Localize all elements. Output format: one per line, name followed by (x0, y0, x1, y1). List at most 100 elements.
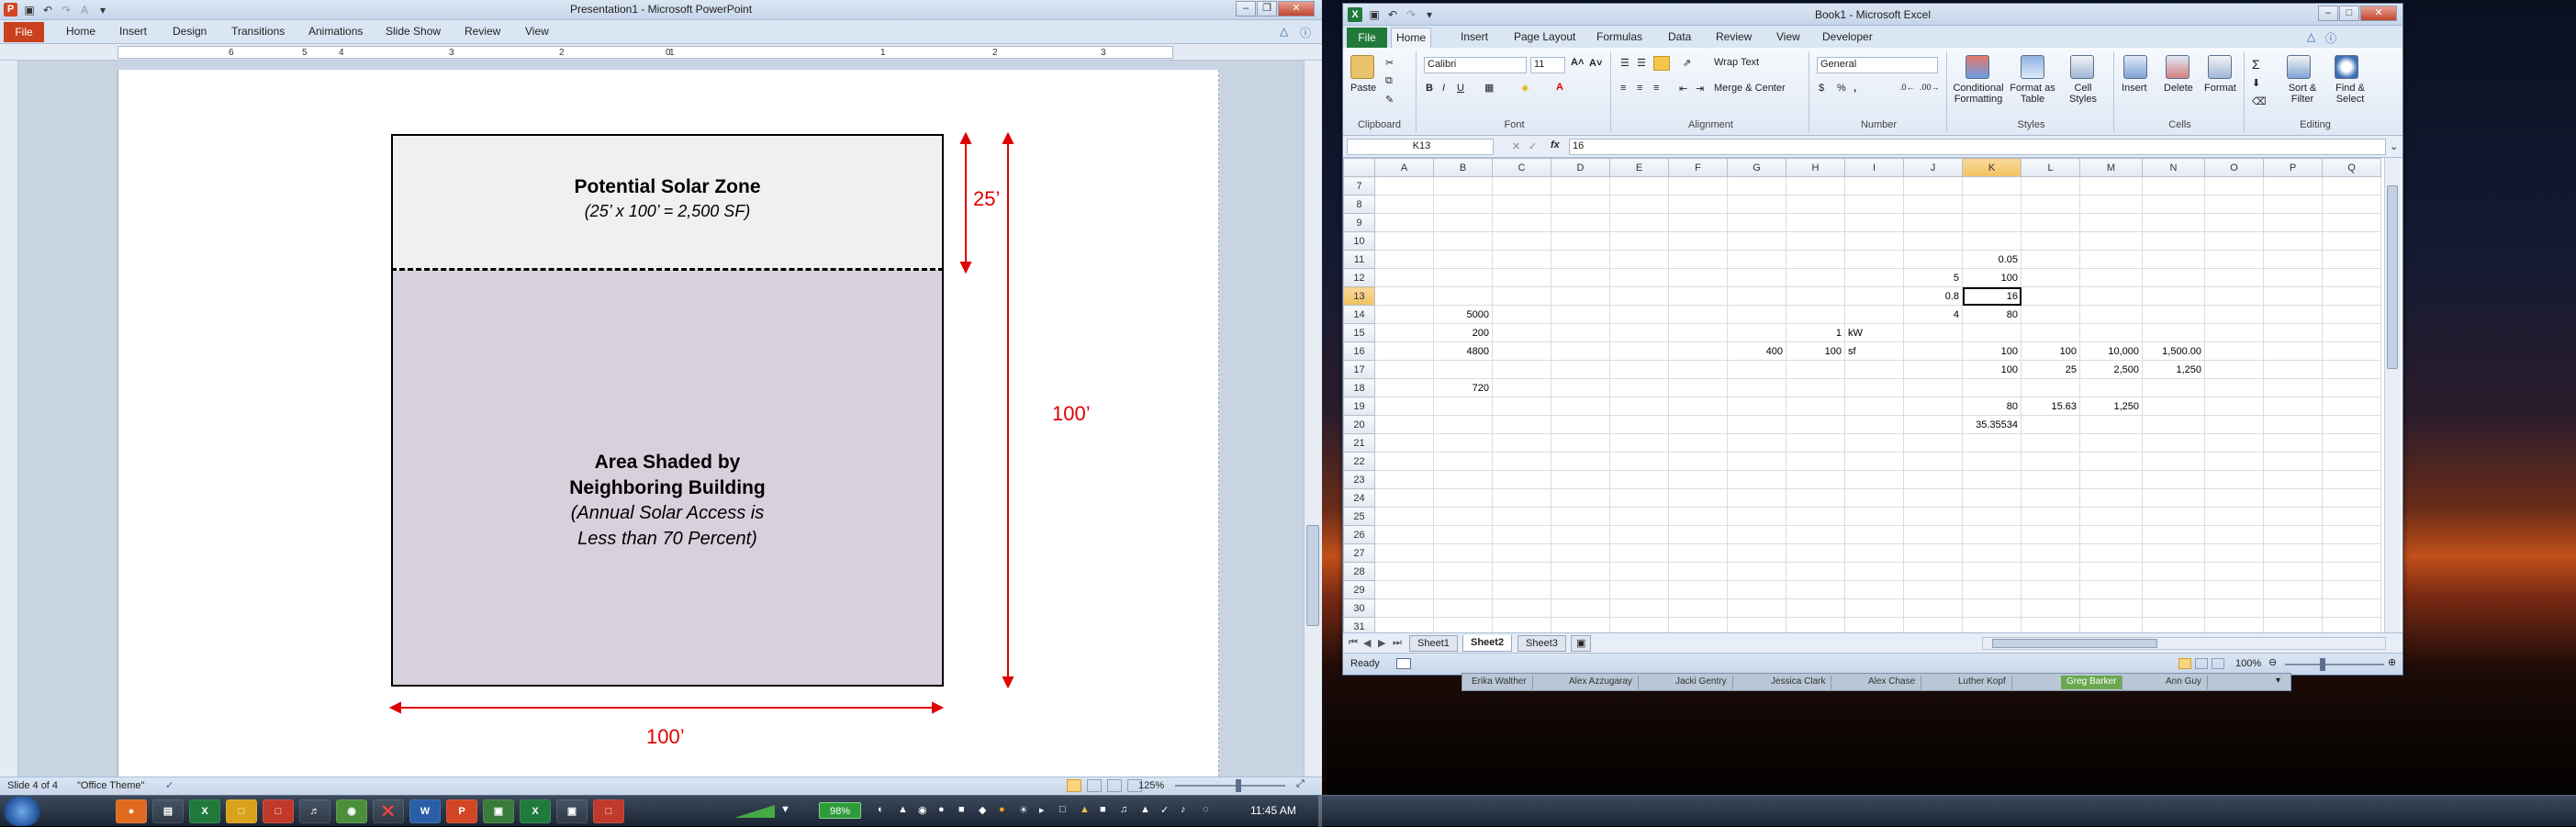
row-header[interactable]: 29 (1343, 580, 1375, 599)
row-header[interactable]: 15 (1343, 323, 1375, 342)
cell-q30[interactable] (2322, 598, 2381, 618)
align-middle-icon[interactable]: ☰ (1637, 57, 1646, 69)
cell-a22[interactable] (1374, 452, 1434, 471)
cell-q18[interactable] (2322, 378, 2381, 397)
cell-c16[interactable] (1492, 341, 1551, 361)
cell-l8[interactable] (2021, 195, 2080, 214)
increase-decimal-icon[interactable]: .0← (1899, 83, 1915, 92)
cell-p20[interactable] (2263, 415, 2323, 434)
cell-m18[interactable] (2079, 378, 2143, 397)
cell-a23[interactable] (1374, 470, 1434, 489)
cell-e26[interactable] (1609, 525, 1669, 544)
cancel-entry-icon[interactable]: ✕ (1512, 140, 1520, 152)
app-icon[interactable]: ❌ (373, 799, 404, 823)
cell-d14[interactable] (1551, 305, 1610, 324)
cell-q20[interactable] (2322, 415, 2381, 434)
cell-c8[interactable] (1492, 195, 1551, 214)
cell-b25[interactable] (1433, 507, 1493, 526)
cell-j20[interactable] (1903, 415, 1963, 434)
cell-i7[interactable] (1844, 176, 1904, 196)
cell-e15[interactable] (1609, 323, 1669, 342)
increase-indent-icon[interactable]: ⇥ (1696, 83, 1704, 95)
xl-tab-developer[interactable]: Developer (1822, 30, 1873, 43)
cell-k10[interactable] (1962, 231, 2022, 251)
column-header-o[interactable]: O (2204, 158, 2264, 177)
cell-e28[interactable] (1609, 562, 1669, 581)
theme-indicator[interactable]: "Office Theme" (77, 780, 144, 791)
cell-o10[interactable] (2204, 231, 2264, 251)
cell-q7[interactable] (2322, 176, 2381, 196)
cell-e21[interactable] (1609, 433, 1669, 453)
cell-f16[interactable] (1668, 341, 1728, 361)
cell-d24[interactable] (1551, 488, 1610, 508)
cell-m21[interactable] (2079, 433, 2143, 453)
row-header[interactable]: 27 (1343, 543, 1375, 563)
cell-p17[interactable] (2263, 360, 2323, 379)
cell-n24[interactable] (2142, 488, 2205, 508)
cell-q16[interactable] (2322, 341, 2381, 361)
cell-q24[interactable] (2322, 488, 2381, 508)
cell-f28[interactable] (1668, 562, 1728, 581)
firefox-icon[interactable]: ● (116, 799, 147, 823)
paste-label[interactable]: Paste (1350, 83, 1376, 94)
cell-m10[interactable] (2079, 231, 2143, 251)
cell-b16[interactable]: 4800 (1433, 341, 1493, 361)
xl-tab-insert[interactable]: Insert (1461, 30, 1488, 43)
cell-c19[interactable] (1492, 397, 1551, 416)
page-break-view-icon[interactable] (2212, 658, 2224, 669)
cell-a19[interactable] (1374, 397, 1434, 416)
cell-p22[interactable] (2263, 452, 2323, 471)
zoom-slider-thumb[interactable] (1236, 779, 1241, 792)
taskbar-powerpoint-icon[interactable]: P (446, 799, 477, 823)
cell-e8[interactable] (1609, 195, 1669, 214)
pdf-icon[interactable]: □ (263, 799, 294, 823)
zoom-level[interactable]: 125% (1138, 780, 1164, 791)
cell-q9[interactable] (2322, 213, 2381, 232)
cell-d13[interactable] (1551, 286, 1610, 306)
cell-n30[interactable] (2142, 598, 2205, 618)
xl-tab-formulas[interactable]: Formulas (1596, 30, 1642, 43)
paste-icon[interactable] (1350, 55, 1374, 79)
cell-m27[interactable] (2079, 543, 2143, 563)
cell-l26[interactable] (2021, 525, 2080, 544)
cell-g27[interactable] (1727, 543, 1786, 563)
cell-n26[interactable] (2142, 525, 2205, 544)
decrease-indent-icon[interactable]: ⇤ (1679, 83, 1687, 95)
xl-tab-file[interactable]: File (1347, 28, 1387, 48)
horizontal-scrollbar[interactable] (1982, 637, 2386, 650)
name-item[interactable]: Erika Walther (1466, 676, 1533, 689)
cell-n15[interactable] (2142, 323, 2205, 342)
cell-e12[interactable] (1609, 268, 1669, 287)
normal-view-icon[interactable] (1067, 779, 1081, 792)
cell-o9[interactable] (2204, 213, 2264, 232)
cell-o14[interactable] (2204, 305, 2264, 324)
cell-k15[interactable] (1962, 323, 2022, 342)
cell-i22[interactable] (1844, 452, 1904, 471)
cell-l25[interactable] (2021, 507, 2080, 526)
cell-d27[interactable] (1551, 543, 1610, 563)
row-header[interactable]: 21 (1343, 433, 1375, 453)
align-top-icon[interactable]: ☰ (1620, 57, 1630, 69)
cell-f19[interactable] (1668, 397, 1728, 416)
cell-k30[interactable] (1962, 598, 2022, 618)
cell-d12[interactable] (1551, 268, 1610, 287)
cell-j13[interactable]: 0.8 (1903, 286, 1963, 306)
cell-n14[interactable] (2142, 305, 2205, 324)
snagit-icon[interactable]: ▣ (556, 799, 588, 823)
zoom-slider[interactable] (1175, 785, 1285, 787)
cell-g10[interactable] (1727, 231, 1786, 251)
cell-c21[interactable] (1492, 433, 1551, 453)
cell-i23[interactable] (1844, 470, 1904, 489)
cell-i20[interactable] (1844, 415, 1904, 434)
cell-d20[interactable] (1551, 415, 1610, 434)
folder-icon[interactable]: □ (226, 799, 257, 823)
cell-k20[interactable]: 35.35534 (1962, 415, 2022, 434)
cell-styles-icon[interactable] (2070, 55, 2094, 79)
cell-k9[interactable] (1962, 213, 2022, 232)
cell-h20[interactable] (1786, 415, 1845, 434)
conditional-formatting-button[interactable]: Conditional Formatting (1951, 83, 2006, 105)
italic-icon[interactable]: I (1442, 83, 1445, 94)
excel-zoom-level[interactable]: 100% (2235, 658, 2261, 669)
cell-p16[interactable] (2263, 341, 2323, 361)
cell-h24[interactable] (1786, 488, 1845, 508)
